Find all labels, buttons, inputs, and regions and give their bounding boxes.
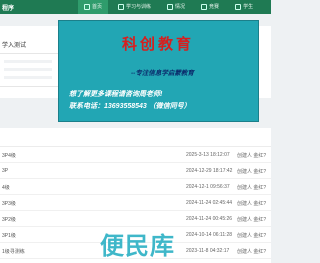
- nav-item-label: 首页: [92, 4, 103, 10]
- divider: [0, 86, 60, 87]
- ad-contact: 联系电话：13693558543 （微信同号）: [69, 103, 191, 110]
- user-icon: [235, 4, 242, 10]
- row-creator: 创建人 金红?: [237, 201, 267, 207]
- placeholder-row: [4, 76, 52, 79]
- row-name[interactable]: 3P2级: [2, 216, 16, 223]
- ad-subtitle: --专注信息学启蒙教育: [131, 70, 194, 77]
- nav-item-status[interactable]: 情况: [161, 0, 191, 14]
- row-creator: 创建人 金红?: [237, 153, 267, 159]
- table-row[interactable]: 3P4级 2025-3-13 18:12:07 创建人 金红?: [0, 147, 271, 163]
- row-name[interactable]: 3P1级: [2, 232, 16, 239]
- card-title: 学入测试: [2, 43, 27, 49]
- nav-item-label: 学习与训练: [126, 4, 152, 10]
- nav-item-contest[interactable]: 竞赛: [195, 0, 225, 14]
- row-time: 2025-3-13 18:12:07: [186, 152, 230, 158]
- divider: [0, 53, 60, 54]
- nav-item-label: 学生: [243, 4, 254, 10]
- placeholder-row: [4, 68, 52, 71]
- site-logo[interactable]: 程序: [2, 3, 14, 12]
- row-creator: 创建人 金红?: [237, 233, 267, 239]
- placeholder-row: [4, 60, 52, 63]
- advertisement-popup[interactable]: 科创教育 --专注信息学启蒙教育 想了解更多课程请咨询周老师! 联系电话：136…: [58, 20, 259, 122]
- row-time: 2024-12-1 09:56:37: [186, 184, 230, 190]
- row-creator: 创建人 金红?: [237, 217, 267, 223]
- main-nav: 首页 学习与训练 情况 竞赛 学生: [78, 0, 263, 14]
- table-row[interactable]: 3P3级 2024-11-24 02:45:44 创建人 金红?: [0, 195, 271, 211]
- row-name[interactable]: 1级寻测练: [2, 248, 25, 255]
- home-icon: [84, 4, 90, 10]
- row-name[interactable]: 3P: [2, 168, 8, 174]
- row-name[interactable]: 3P4级: [2, 152, 16, 159]
- list-icon: [167, 4, 174, 10]
- row-time: 2023-11-8 04:32:17: [186, 248, 230, 254]
- table-row[interactable]: 4级 2024-12-1 09:56:37 创建人 金红?: [0, 179, 271, 195]
- ad-title: 科创教育: [122, 35, 195, 53]
- row-time: 2024-11-24 00:45:26: [186, 216, 233, 222]
- trophy-icon: [201, 4, 208, 10]
- nav-item-students[interactable]: 学生: [229, 0, 259, 14]
- table-row[interactable]: 3P2级 2024-11-24 00:45:26 创建人 金红?: [0, 211, 271, 227]
- row-name[interactable]: 4级: [2, 184, 10, 191]
- nav-item-label: 情况: [175, 4, 186, 10]
- row-time: 2024-11-24 02:45:44: [186, 200, 233, 206]
- nav-item-training[interactable]: 学习与训练: [112, 0, 157, 14]
- row-creator: 创建人 金红?: [237, 185, 267, 191]
- ad-text: 想了解更多课程请咨询周老师!: [69, 91, 163, 98]
- row-creator: 创建人 金红?: [237, 169, 267, 175]
- row-time: 2024-12-29 18:17:42: [186, 168, 233, 174]
- table-row[interactable]: 3P 2024-12-29 18:17:42 创建人 金红?: [0, 163, 271, 179]
- nav-item-label: 竞赛: [209, 4, 220, 10]
- book-icon: [118, 4, 125, 10]
- row-creator: 创建人 金红?: [237, 249, 267, 255]
- watermark: 便民库: [100, 233, 175, 260]
- top-navigation-bar: 程序 首页 学习与训练 情况 竞赛 学生: [0, 0, 271, 14]
- row-name[interactable]: 3P3级: [2, 200, 16, 207]
- nav-item-home[interactable]: 首页: [78, 0, 109, 14]
- row-time: 2024-10-14 06:11:28: [186, 232, 233, 238]
